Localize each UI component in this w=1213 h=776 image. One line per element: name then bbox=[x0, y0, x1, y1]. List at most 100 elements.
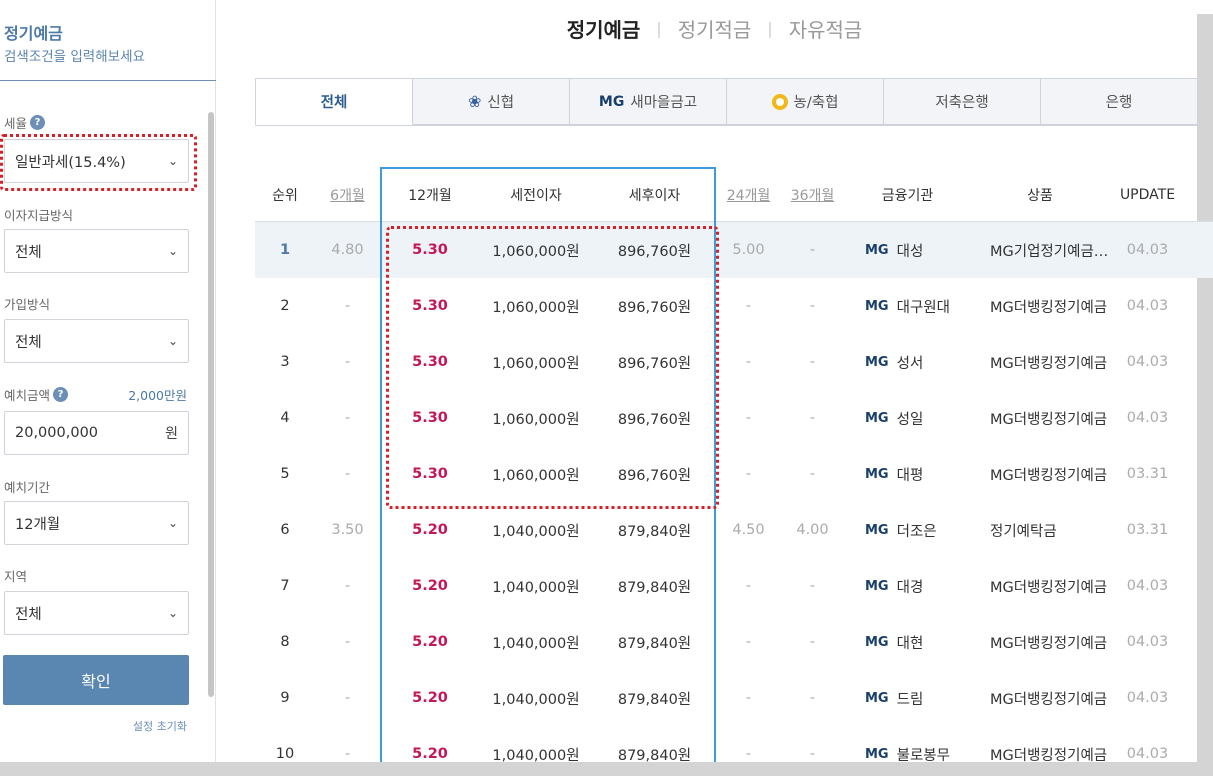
header-24m[interactable]: 24개월 bbox=[717, 185, 780, 205]
rank-cell: 1 bbox=[279, 242, 291, 258]
institution-cell[interactable]: MG 성서 bbox=[845, 352, 970, 373]
deposit-hint: 2,000만원 bbox=[128, 388, 187, 403]
institution-tabs: 전체 ❀ 신협 MG 새마을금고 농/축협 저축은행 은행 bbox=[255, 78, 1198, 126]
rank-cell: 3 bbox=[280, 354, 290, 370]
rate-36m-cell: - bbox=[809, 746, 816, 762]
product-cell[interactable]: MG더뱅킹정기예금 bbox=[970, 744, 1110, 763]
tab-saemaul[interactable]: MG 새마을금고 bbox=[570, 78, 727, 125]
tab-savings-bank[interactable]: 저축은행 bbox=[884, 78, 1041, 125]
join-select[interactable]: 전체 ⌄ bbox=[4, 319, 189, 363]
sidebar-divider bbox=[0, 80, 216, 81]
rate-36m-cell: - bbox=[809, 354, 816, 370]
confirm-button[interactable]: 확인 bbox=[3, 655, 189, 705]
institution-cell[interactable]: MG 드림 bbox=[845, 688, 970, 709]
tab-shinhyup[interactable]: ❀ 신협 bbox=[413, 78, 570, 125]
search-sidebar: 정기예금 검색조건을 입력해보세요 세율 ? 일반과세(15.4%) ⌄ 이자지… bbox=[0, 0, 216, 762]
payment-select[interactable]: 전체 ⌄ bbox=[4, 229, 189, 273]
nav-installment-savings[interactable]: 정기적금 bbox=[678, 14, 752, 43]
rate-6m-cell: - bbox=[344, 578, 351, 594]
nonghyup-logo-icon bbox=[771, 93, 788, 110]
tab-bank[interactable]: 은행 bbox=[1041, 78, 1198, 125]
rate-6m-cell: - bbox=[344, 634, 351, 650]
main-content: 정기예금 | 정기적금 | 자유적금 전체 ❀ 신협 MG 새마을금고 농/축협… bbox=[216, 0, 1213, 762]
rate-24m-cell: - bbox=[745, 634, 752, 650]
region-select[interactable]: 전체 ⌄ bbox=[4, 591, 189, 635]
region-label: 지역 bbox=[4, 569, 28, 584]
institution-name: 성서 bbox=[896, 355, 924, 372]
rate-24m-cell: 4.50 bbox=[732, 522, 765, 538]
update-date-cell: 04.03 bbox=[1126, 690, 1169, 706]
rate-36m-cell: - bbox=[809, 578, 816, 594]
rate-24m-cell: - bbox=[745, 410, 752, 426]
nav-time-deposit[interactable]: 정기예금 bbox=[567, 14, 641, 43]
institution-name: 대평 bbox=[896, 467, 924, 484]
chevron-down-icon: ⌄ bbox=[167, 606, 178, 620]
update-date-cell: 03.31 bbox=[1126, 522, 1169, 538]
product-cell[interactable]: 정기예탁금 bbox=[970, 520, 1110, 541]
mg-logo-icon: MG bbox=[865, 746, 889, 762]
rate-24m-cell: - bbox=[745, 466, 752, 482]
update-date-cell: 04.03 bbox=[1126, 634, 1169, 650]
rate-6m-cell: 4.80 bbox=[331, 242, 364, 258]
product-nav: 정기예금 | 정기적금 | 자유적금 bbox=[216, 14, 1213, 43]
rank-cell: 9 bbox=[280, 690, 290, 706]
rate-24m-cell: - bbox=[745, 354, 752, 370]
rate-6m-cell: - bbox=[344, 354, 351, 370]
institution-cell[interactable]: MG 대성 bbox=[845, 240, 970, 261]
help-icon[interactable]: ? bbox=[30, 115, 46, 130]
reset-link[interactable]: 설정 초기화 bbox=[133, 718, 187, 734]
header-update: UPDATE bbox=[1119, 186, 1176, 203]
institution-name: 대성 bbox=[896, 243, 924, 260]
sidebar-scrollbar[interactable] bbox=[208, 112, 214, 697]
period-label: 예치기간 bbox=[4, 480, 51, 495]
rate-6m-cell: - bbox=[344, 746, 351, 762]
rank-cell: 4 bbox=[280, 410, 290, 426]
mg-logo-icon: MG bbox=[865, 690, 889, 706]
product-cell[interactable]: MG더뱅킹정기예금 bbox=[970, 352, 1110, 373]
deposit-input[interactable]: 20,000,000 원 bbox=[4, 411, 189, 455]
institution-name: 더조은 bbox=[896, 523, 937, 540]
update-date-cell: 04.03 bbox=[1126, 410, 1169, 426]
institution-cell[interactable]: MG 대경 bbox=[845, 576, 970, 597]
institution-cell[interactable]: MG 대구원대 bbox=[845, 296, 970, 317]
deposit-label: 예치금액 ? bbox=[4, 385, 69, 404]
institution-name: 대경 bbox=[896, 579, 924, 596]
product-cell[interactable]: MG더뱅킹정기예금 bbox=[970, 408, 1110, 429]
institution-cell[interactable]: MG 대현 bbox=[845, 632, 970, 653]
product-cell[interactable]: MG더뱅킹정기예금 bbox=[970, 688, 1110, 709]
rate-36m-cell: - bbox=[809, 634, 816, 650]
product-cell[interactable]: MG더뱅킹정기예금 bbox=[970, 632, 1110, 653]
rate-36m-cell: - bbox=[809, 242, 816, 258]
nav-free-savings[interactable]: 자유적금 bbox=[789, 14, 863, 43]
header-institution: 금융기관 bbox=[881, 187, 934, 204]
rate-24m-cell: - bbox=[745, 690, 752, 706]
mg-logo-icon: MG bbox=[865, 410, 889, 426]
institution-cell[interactable]: MG 더조은 bbox=[845, 520, 970, 541]
product-cell[interactable]: MG더뱅킹정기예금 bbox=[970, 464, 1110, 485]
header-36m[interactable]: 36개월 bbox=[780, 185, 845, 205]
update-date-cell: 04.03 bbox=[1126, 298, 1169, 314]
rate-36m-cell: 4.00 bbox=[796, 522, 829, 538]
chevron-down-icon: ⌄ bbox=[167, 244, 178, 258]
institution-name: 성일 bbox=[896, 411, 924, 428]
product-cell[interactable]: MG기업정기예금… bbox=[970, 240, 1110, 261]
mg-logo-icon: MG bbox=[598, 93, 625, 110]
header-6m[interactable]: 6개월 bbox=[315, 185, 380, 205]
rate-6m-cell: - bbox=[344, 410, 351, 426]
payment-label: 이자지급방식 bbox=[4, 208, 74, 223]
institution-cell[interactable]: MG 성일 bbox=[845, 408, 970, 429]
tab-nonghyup[interactable]: 농/축협 bbox=[727, 78, 884, 125]
help-icon[interactable]: ? bbox=[53, 387, 69, 402]
institution-cell[interactable]: MG 불로봉무 bbox=[845, 744, 970, 763]
period-select[interactable]: 12개월 ⌄ bbox=[4, 501, 189, 545]
rate-6m-cell: 3.50 bbox=[331, 522, 364, 538]
product-cell[interactable]: MG더뱅킹정기예금 bbox=[970, 296, 1110, 317]
rate-6m-cell: - bbox=[344, 690, 351, 706]
chevron-down-icon: ⌄ bbox=[167, 516, 178, 530]
mg-logo-icon: MG bbox=[865, 466, 889, 482]
institution-cell[interactable]: MG 대평 bbox=[845, 464, 970, 485]
product-cell[interactable]: MG더뱅킹정기예금 bbox=[970, 576, 1110, 597]
institution-name: 대현 bbox=[896, 635, 924, 652]
tab-all[interactable]: 전체 bbox=[255, 78, 413, 125]
mg-logo-icon: MG bbox=[865, 242, 889, 258]
